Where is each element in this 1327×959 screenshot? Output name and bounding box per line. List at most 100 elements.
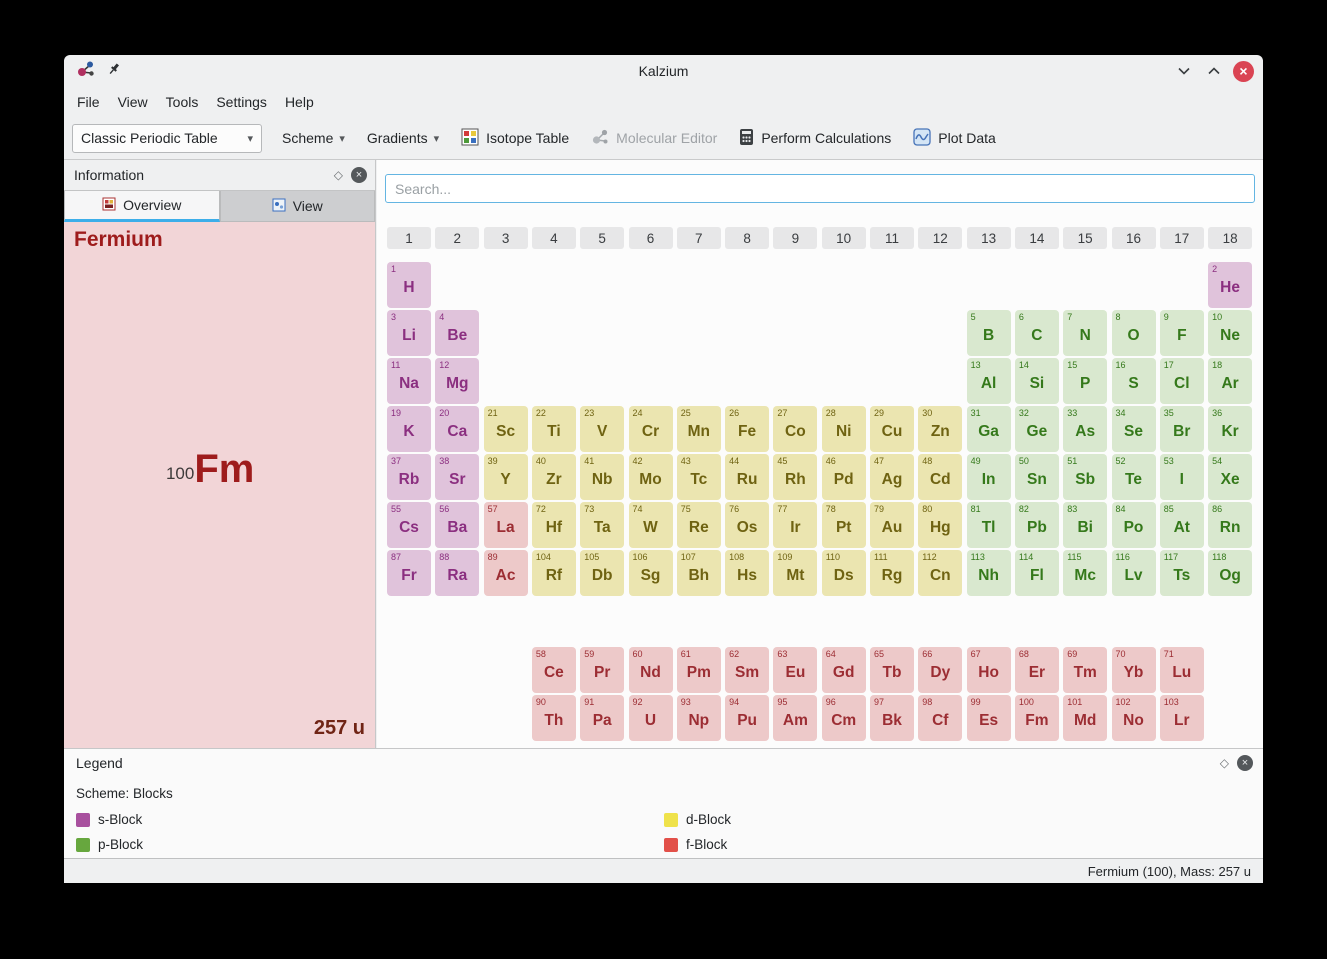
element-tile-Ce[interactable]: 58Ce bbox=[532, 647, 576, 693]
element-tile-In[interactable]: 49In bbox=[967, 454, 1011, 500]
element-tile-Ti[interactable]: 22Ti bbox=[532, 406, 576, 452]
element-tile-Og[interactable]: 118Og bbox=[1208, 550, 1252, 596]
element-tile-Li[interactable]: 3Li bbox=[387, 310, 431, 356]
maximize-button[interactable] bbox=[1203, 61, 1224, 82]
element-tile-Dy[interactable]: 66Dy bbox=[918, 647, 962, 693]
element-tile-F[interactable]: 9F bbox=[1160, 310, 1204, 356]
menu-settings[interactable]: Settings bbox=[207, 90, 276, 114]
element-tile-Tl[interactable]: 81Tl bbox=[967, 502, 1011, 548]
element-tile-Ho[interactable]: 67Ho bbox=[967, 647, 1011, 693]
element-tile-Sb[interactable]: 51Sb bbox=[1063, 454, 1107, 500]
element-tile-Cr[interactable]: 24Cr bbox=[629, 406, 673, 452]
element-tile-Sr[interactable]: 38Sr bbox=[435, 454, 479, 500]
element-tile-Ta[interactable]: 73Ta bbox=[580, 502, 624, 548]
element-tile-Am[interactable]: 95Am bbox=[773, 695, 817, 741]
element-tile-B[interactable]: 5B bbox=[967, 310, 1011, 356]
element-tile-Md[interactable]: 101Md bbox=[1063, 695, 1107, 741]
element-tile-Pr[interactable]: 59Pr bbox=[580, 647, 624, 693]
element-tile-Pa[interactable]: 91Pa bbox=[580, 695, 624, 741]
element-tile-Ts[interactable]: 117Ts bbox=[1160, 550, 1204, 596]
element-tile-Cu[interactable]: 29Cu bbox=[870, 406, 914, 452]
isotope-table-button[interactable]: Isotope Table bbox=[459, 124, 571, 153]
element-tile-Fe[interactable]: 26Fe bbox=[725, 406, 769, 452]
element-tile-Fm[interactable]: 100Fm bbox=[1015, 695, 1059, 741]
element-tile-Ca[interactable]: 20Ca bbox=[435, 406, 479, 452]
element-tile-Bh[interactable]: 107Bh bbox=[677, 550, 721, 596]
element-tile-Fl[interactable]: 114Fl bbox=[1015, 550, 1059, 596]
element-tile-He[interactable]: 2He bbox=[1208, 262, 1252, 308]
element-tile-Rb[interactable]: 37Rb bbox=[387, 454, 431, 500]
element-tile-Ac[interactable]: 89Ac bbox=[484, 550, 528, 596]
menu-tools[interactable]: Tools bbox=[157, 90, 208, 114]
element-tile-Th[interactable]: 90Th bbox=[532, 695, 576, 741]
element-tile-Np[interactable]: 93Np bbox=[677, 695, 721, 741]
element-tile-Ir[interactable]: 77Ir bbox=[773, 502, 817, 548]
element-tile-Os[interactable]: 76Os bbox=[725, 502, 769, 548]
gradients-dropdown[interactable]: Gradients ▾ bbox=[365, 126, 441, 150]
perform-calculations-button[interactable]: Perform Calculations bbox=[737, 124, 893, 153]
plot-data-button[interactable]: Plot Data bbox=[911, 124, 998, 153]
close-legend-icon[interactable]: × bbox=[1237, 755, 1253, 771]
element-tile-Lu[interactable]: 71Lu bbox=[1160, 647, 1204, 693]
element-tile-Ge[interactable]: 32Ge bbox=[1015, 406, 1059, 452]
element-tile-N[interactable]: 7N bbox=[1063, 310, 1107, 356]
element-tile-Rh[interactable]: 45Rh bbox=[773, 454, 817, 500]
element-tile-Hg[interactable]: 80Hg bbox=[918, 502, 962, 548]
element-tile-I[interactable]: 53I bbox=[1160, 454, 1204, 500]
element-tile-Pt[interactable]: 78Pt bbox=[822, 502, 866, 548]
close-button[interactable]: × bbox=[1233, 61, 1254, 82]
element-tile-C[interactable]: 6C bbox=[1015, 310, 1059, 356]
element-tile-Cn[interactable]: 112Cn bbox=[918, 550, 962, 596]
element-tile-Pu[interactable]: 94Pu bbox=[725, 695, 769, 741]
element-tile-Y[interactable]: 39Y bbox=[484, 454, 528, 500]
element-tile-Es[interactable]: 99Es bbox=[967, 695, 1011, 741]
element-tile-Al[interactable]: 13Al bbox=[967, 358, 1011, 404]
element-tile-Na[interactable]: 11Na bbox=[387, 358, 431, 404]
element-tile-Ne[interactable]: 10Ne bbox=[1208, 310, 1252, 356]
element-tile-S[interactable]: 16S bbox=[1112, 358, 1156, 404]
element-tile-Yb[interactable]: 70Yb bbox=[1112, 647, 1156, 693]
element-tile-Tb[interactable]: 65Tb bbox=[870, 647, 914, 693]
element-tile-Cl[interactable]: 17Cl bbox=[1160, 358, 1204, 404]
element-tile-Zn[interactable]: 30Zn bbox=[918, 406, 962, 452]
element-tile-Sm[interactable]: 62Sm bbox=[725, 647, 769, 693]
element-tile-Mg[interactable]: 12Mg bbox=[435, 358, 479, 404]
element-tile-Pd[interactable]: 46Pd bbox=[822, 454, 866, 500]
element-tile-Bi[interactable]: 83Bi bbox=[1063, 502, 1107, 548]
scheme-dropdown[interactable]: Scheme ▾ bbox=[280, 126, 347, 150]
element-tile-Gd[interactable]: 64Gd bbox=[822, 647, 866, 693]
element-tile-Sc[interactable]: 21Sc bbox=[484, 406, 528, 452]
element-tile-Mn[interactable]: 25Mn bbox=[677, 406, 721, 452]
element-tile-Ag[interactable]: 47Ag bbox=[870, 454, 914, 500]
element-tile-Sg[interactable]: 106Sg bbox=[629, 550, 673, 596]
element-tile-Ni[interactable]: 28Ni bbox=[822, 406, 866, 452]
element-tile-Cf[interactable]: 98Cf bbox=[918, 695, 962, 741]
close-dock-icon[interactable]: × bbox=[351, 167, 367, 183]
element-tile-Fr[interactable]: 87Fr bbox=[387, 550, 431, 596]
element-tile-Eu[interactable]: 63Eu bbox=[773, 647, 817, 693]
element-tile-Ru[interactable]: 44Ru bbox=[725, 454, 769, 500]
float-legend-icon[interactable]: ◇ bbox=[1220, 756, 1229, 770]
element-tile-La[interactable]: 57La bbox=[484, 502, 528, 548]
element-tile-Au[interactable]: 79Au bbox=[870, 502, 914, 548]
minimize-button[interactable] bbox=[1173, 61, 1194, 82]
element-tile-Se[interactable]: 34Se bbox=[1112, 406, 1156, 452]
element-tile-Sn[interactable]: 50Sn bbox=[1015, 454, 1059, 500]
element-tile-W[interactable]: 74W bbox=[629, 502, 673, 548]
element-tile-Db[interactable]: 105Db bbox=[580, 550, 624, 596]
element-tile-Ra[interactable]: 88Ra bbox=[435, 550, 479, 596]
element-tile-Mc[interactable]: 115Mc bbox=[1063, 550, 1107, 596]
element-tile-Mt[interactable]: 109Mt bbox=[773, 550, 817, 596]
element-tile-Rf[interactable]: 104Rf bbox=[532, 550, 576, 596]
element-tile-Pm[interactable]: 61Pm bbox=[677, 647, 721, 693]
search-input[interactable] bbox=[385, 174, 1255, 203]
element-tile-No[interactable]: 102No bbox=[1112, 695, 1156, 741]
element-tile-Ba[interactable]: 56Ba bbox=[435, 502, 479, 548]
element-tile-Br[interactable]: 35Br bbox=[1160, 406, 1204, 452]
element-tile-Rg[interactable]: 111Rg bbox=[870, 550, 914, 596]
element-tile-Tc[interactable]: 43Tc bbox=[677, 454, 721, 500]
element-tile-Te[interactable]: 52Te bbox=[1112, 454, 1156, 500]
element-tile-Zr[interactable]: 40Zr bbox=[532, 454, 576, 500]
element-tile-Cd[interactable]: 48Cd bbox=[918, 454, 962, 500]
element-tile-Ga[interactable]: 31Ga bbox=[967, 406, 1011, 452]
